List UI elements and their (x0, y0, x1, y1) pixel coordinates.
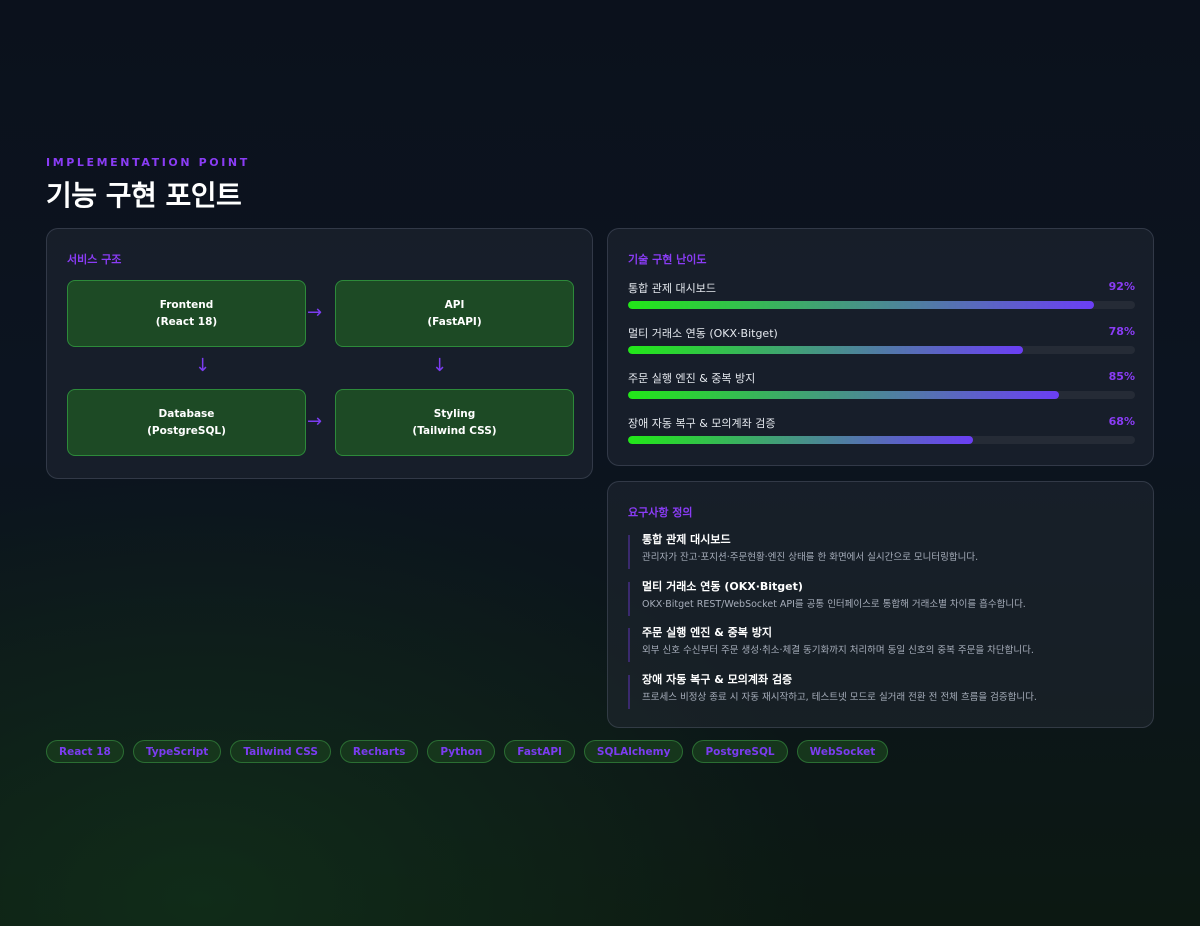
tech-tag-sqlalchemy: SQLAlchemy (583, 740, 684, 763)
arrow-right-icon: → (307, 411, 323, 432)
requirement-item: 장애 자동 복구 & 모의계좌 검증 프로세스 비정상 종료 시 자동 재시작하… (628, 673, 1133, 709)
tech-tag-python: Python (427, 740, 496, 763)
progress-fill (628, 436, 973, 444)
progress-track (628, 436, 1135, 444)
difficulty-row: 통합 관제 대시보드 92% (628, 280, 1135, 320)
difficulty-row: 멀티 거래소 연동 (OKX·Bitget) 78% (628, 325, 1135, 365)
requirement-title: 장애 자동 복구 & 모의계좌 검증 (642, 673, 793, 686)
arrow-down-icon: ↓ (195, 355, 211, 376)
progress-fill (628, 346, 1024, 354)
difficulty-row: 장애 자동 복구 & 모의계좌 검증 68% (628, 415, 1135, 455)
difficulty-percent: 85% (1108, 370, 1135, 383)
difficulty-percent: 68% (1108, 415, 1135, 428)
progress-fill (628, 391, 1059, 399)
tech-tag-typescript: TypeScript (132, 740, 222, 763)
node-database: Database (PostgreSQL) (67, 389, 306, 456)
service-structure-title: 서비스 구조 (67, 253, 122, 266)
requirements-title: 요구사항 정의 (628, 506, 693, 519)
node-styling: Styling (Tailwind CSS) (335, 389, 574, 456)
requirement-item: 통합 관제 대시보드 관리자가 잔고·포지션·주문현황·엔진 상태를 한 화면에… (628, 533, 1133, 569)
node-api-name: API (444, 298, 465, 311)
difficulty-label: 멀티 거래소 연동 (OKX·Bitget) (628, 327, 778, 340)
requirement-desc: 프로세스 비정상 종료 시 자동 재시작하고, 테스트넷 모드로 실거래 전환 … (642, 692, 1037, 703)
tech-tag-recharts: Recharts (339, 740, 419, 763)
tech-tag-tailwind: Tailwind CSS (230, 740, 331, 763)
node-styling-detail: (Tailwind CSS) (412, 424, 497, 437)
difficulty-percent: 78% (1108, 325, 1135, 338)
difficulty-title: 기술 구현 난이도 (628, 253, 707, 266)
difficulty-label: 통합 관제 대시보드 (628, 282, 716, 295)
requirement-item: 주문 실행 엔진 & 중복 방지 외부 신호 수신부터 주문 생성·취소·체결 … (628, 626, 1133, 662)
requirement-desc: OKX·Bitget REST/WebSocket API를 공통 인터페이스로… (642, 599, 1026, 610)
page-title: 기능 구현 포인트 (46, 179, 242, 212)
difficulty-row: 주문 실행 엔진 & 중복 방지 85% (628, 370, 1135, 410)
tech-tag-list: React 18 TypeScript Tailwind CSS Rechart… (46, 740, 889, 763)
requirement-title: 멀티 거래소 연동 (OKX·Bitget) (642, 580, 803, 593)
progress-track (628, 391, 1135, 399)
tech-tag-websocket: WebSocket (796, 740, 889, 763)
requirement-title: 주문 실행 엔진 & 중복 방지 (642, 626, 772, 639)
tech-tag-react: React 18 (46, 740, 124, 763)
requirement-desc: 외부 신호 수신부터 주문 생성·취소·체결 동기화까지 처리하며 동일 신호의… (642, 645, 1034, 656)
node-styling-name: Styling (433, 407, 476, 420)
node-frontend: Frontend (React 18) (67, 280, 306, 347)
difficulty-label: 주문 실행 엔진 & 중복 방지 (628, 372, 756, 385)
requirement-item: 멀티 거래소 연동 (OKX·Bitget) OKX·Bitget REST/W… (628, 580, 1133, 616)
section-eyebrow: IMPLEMENTATION POINT (46, 156, 250, 169)
node-api: API (FastAPI) (335, 280, 574, 347)
node-frontend-name: Frontend (159, 298, 214, 311)
arrow-down-icon: ↓ (432, 355, 448, 376)
arrow-right-icon: → (307, 302, 323, 323)
difficulty-label: 장애 자동 복구 & 모의계좌 검증 (628, 417, 776, 430)
requirement-title: 통합 관제 대시보드 (642, 533, 731, 546)
requirement-desc: 관리자가 잔고·포지션·주문현황·엔진 상태를 한 화면에서 실시간으로 모니터… (642, 552, 979, 563)
node-database-name: Database (158, 407, 215, 420)
service-structure-card: 서비스 구조 Frontend (React 18) API (FastAPI)… (46, 228, 593, 479)
progress-track (628, 346, 1135, 354)
progress-track (628, 301, 1135, 309)
tech-tag-postgresql: PostgreSQL (692, 740, 788, 763)
progress-fill (628, 301, 1095, 309)
difficulty-percent: 92% (1108, 280, 1135, 293)
node-api-detail: (FastAPI) (427, 315, 482, 328)
node-database-detail: (PostgreSQL) (147, 424, 226, 437)
node-frontend-detail: (React 18) (155, 315, 218, 328)
difficulty-card: 기술 구현 난이도 통합 관제 대시보드 92% 멀티 거래소 연동 (OKX·… (607, 228, 1154, 466)
tech-tag-fastapi: FastAPI (504, 740, 575, 763)
requirements-card: 요구사항 정의 통합 관제 대시보드 관리자가 잔고·포지션·주문현황·엔진 상… (607, 481, 1154, 728)
